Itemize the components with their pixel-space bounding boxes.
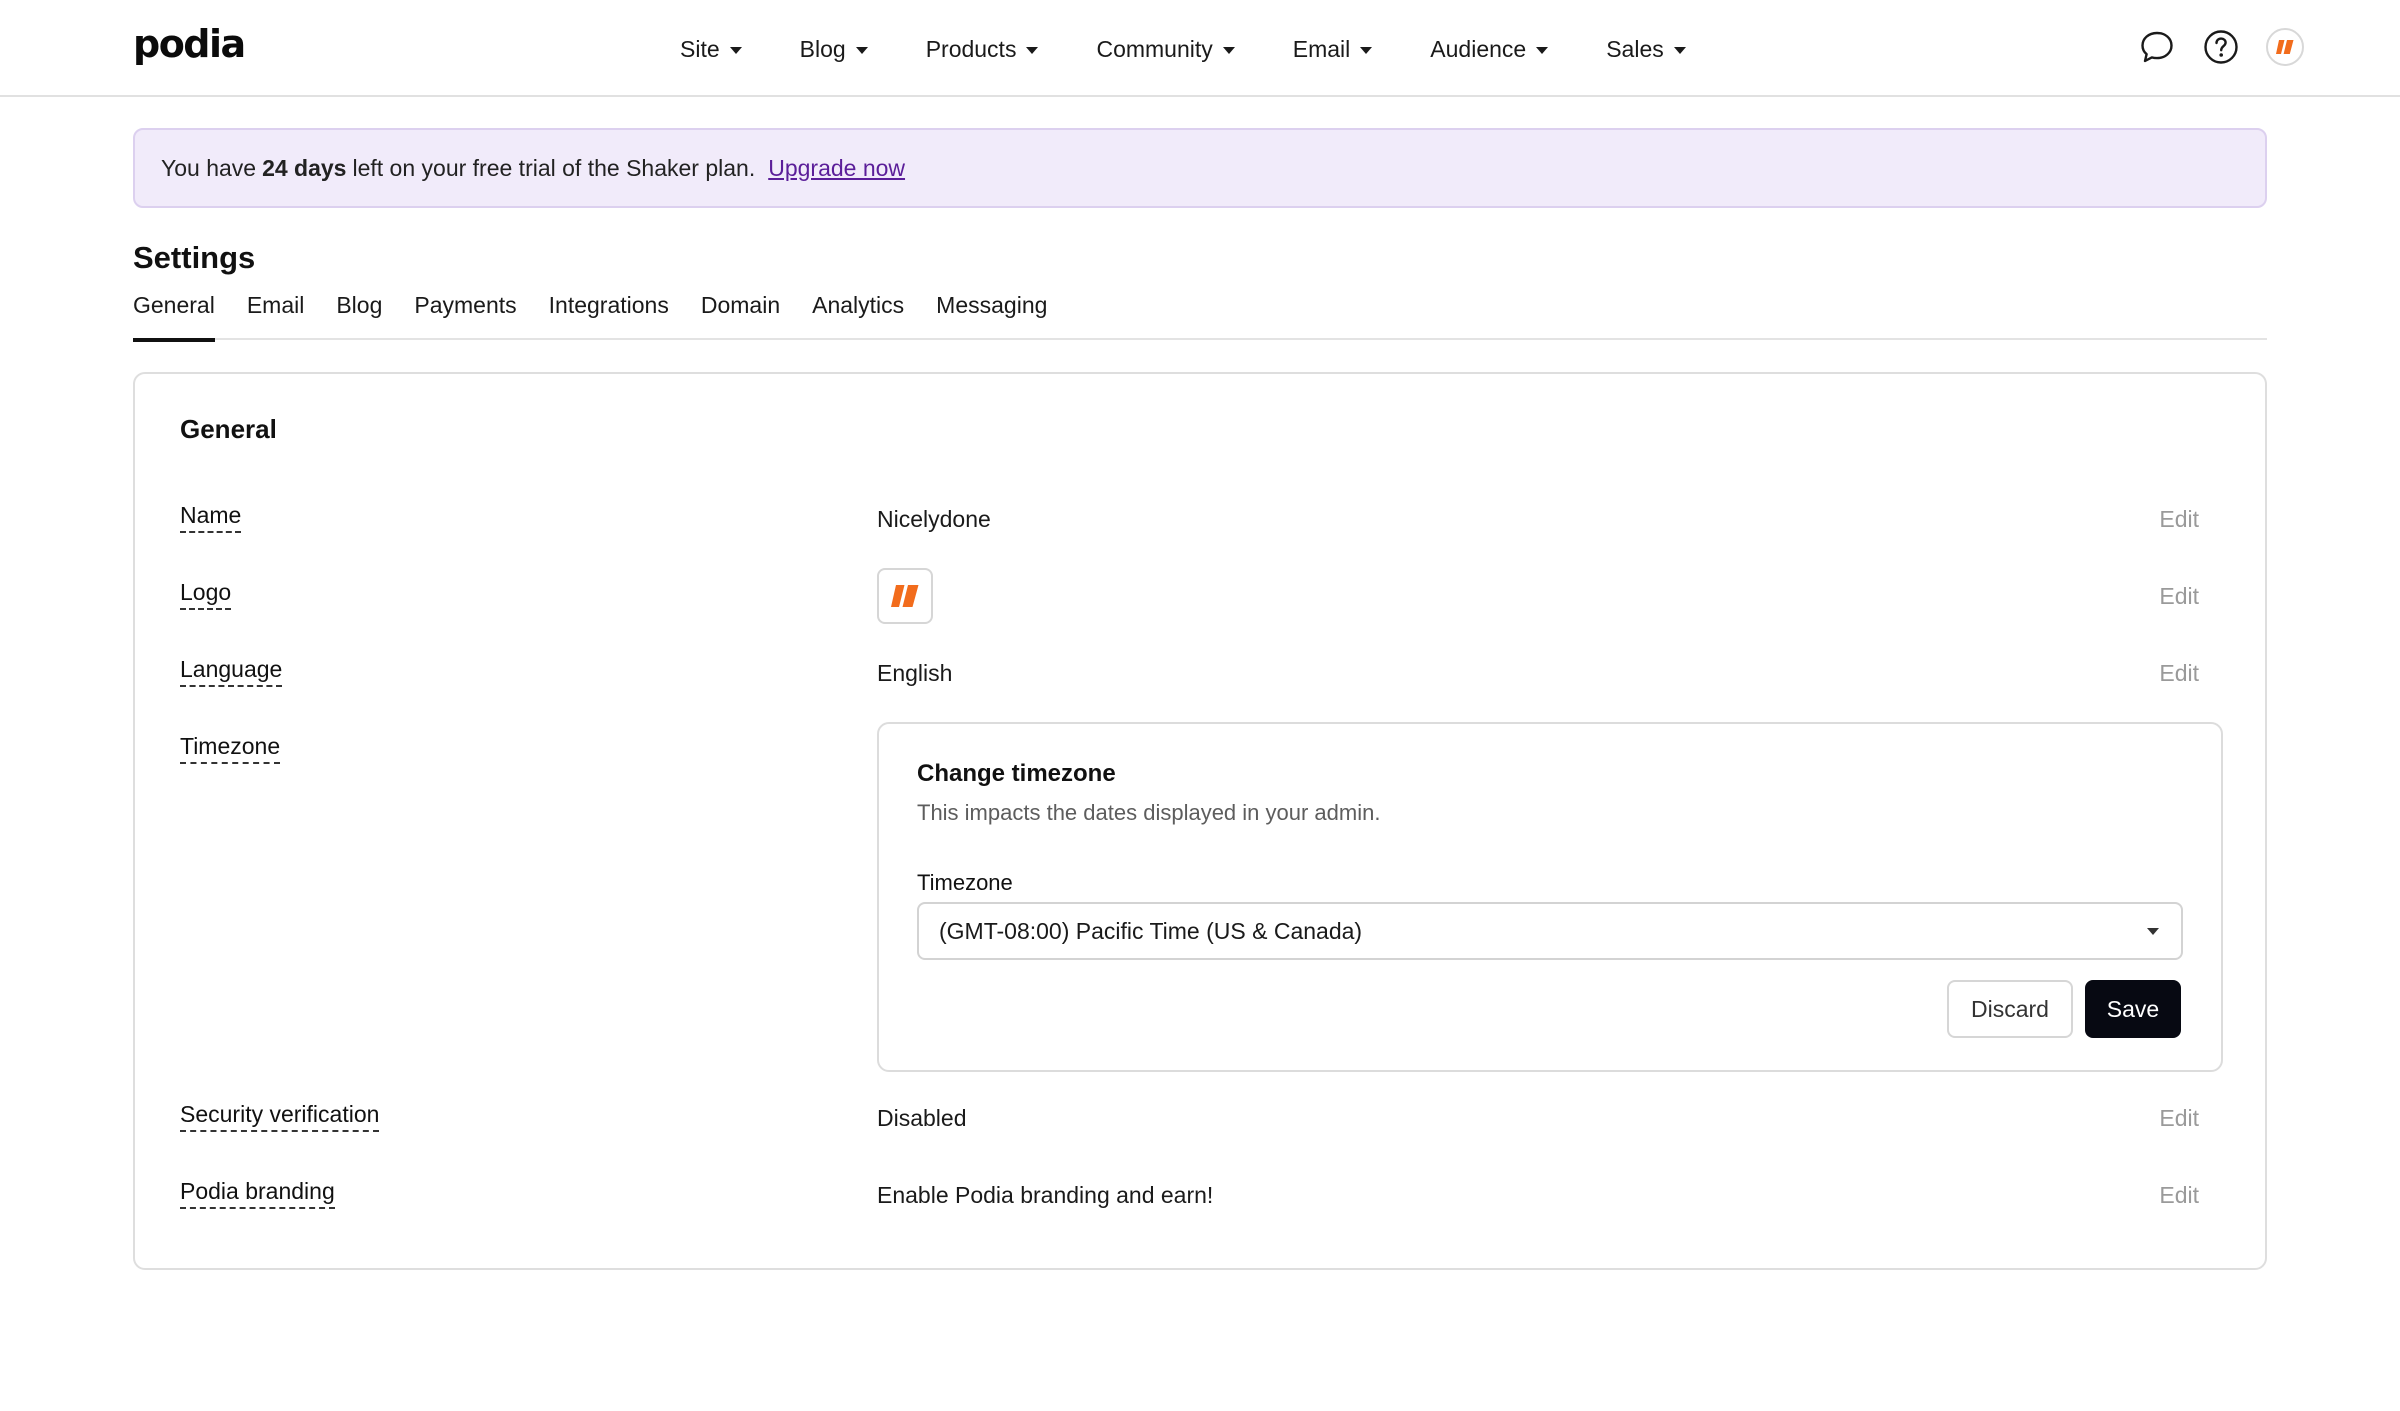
discard-button[interactable]: Discard [1947,980,2073,1038]
caret-down-icon [855,46,868,54]
nav-sales[interactable]: Sales [1606,36,1686,63]
settings-tabs: General Email Blog Payments Integrations… [133,284,2267,342]
tab-messaging[interactable]: Messaging [936,284,1047,340]
caret-down-icon [1673,46,1686,54]
nav-community[interactable]: Community [1096,35,1235,63]
change-timezone-description: This impacts the dates displayed in your… [917,800,1381,825]
nav-products-label: Products [925,35,1017,62]
trial-banner: You have 24 days left on your free trial… [133,128,2267,208]
caret-down-icon [2147,928,2159,935]
nav-site[interactable]: Site [680,36,742,63]
nav-site-label: Site [680,35,720,62]
brand-logo-icon [2276,40,2294,54]
name-value: Nicelydone [877,506,991,532]
nav-blog-label: Blog [799,35,846,62]
tab-domain[interactable]: Domain [701,284,780,340]
tab-payments[interactable]: Payments [414,284,516,340]
brand-logo-icon [891,585,919,607]
edit-security-button[interactable]: Edit [2159,1105,2199,1132]
change-timezone-panel: Change timezone This impacts the dates d… [877,722,2223,1072]
tab-analytics[interactable]: Analytics [812,284,904,340]
top-navigation: podia Site Blog Products Community Email… [0,0,2400,97]
edit-language-button[interactable]: Edit [2159,660,2199,687]
change-timezone-title: Change timezone [917,760,1116,787]
banner-prefix: You have [161,154,257,181]
timezone-label[interactable]: Timezone [180,733,281,764]
podia-logo[interactable]: podia [133,22,246,66]
edit-logo-button[interactable]: Edit [2159,583,2199,610]
help-icon[interactable] [2202,28,2240,66]
security-verification-value: Disabled [877,1105,967,1131]
nav-email[interactable]: Email [1293,36,1373,63]
nav-community-label: Community [1096,35,1213,62]
caret-down-icon [1222,46,1235,54]
timezone-select-value: (GMT-08:00) Pacific Time (US & Canada) [939,917,1363,944]
banner-days: 24 days [262,154,347,181]
caret-down-icon [1360,46,1373,54]
main-nav: Site Blog Products Community Email Audie… [680,28,1686,70]
logo-preview [877,568,933,624]
banner-suffix: left on your free trial of the Shaker pl… [352,154,756,181]
edit-branding-button[interactable]: Edit [2159,1182,2199,1209]
top-right-actions [2112,28,2304,66]
tab-integrations[interactable]: Integrations [549,284,669,340]
language-value: English [877,660,953,686]
nav-blog[interactable]: Blog [800,36,868,63]
logo-label[interactable]: Logo [180,579,232,610]
tab-blog[interactable]: Blog [336,284,382,340]
security-verification-label[interactable]: Security verification [180,1101,380,1132]
language-label[interactable]: Language [180,656,283,687]
card-title: General [180,414,277,444]
page-title: Settings [133,240,256,275]
name-label[interactable]: Name [180,502,242,533]
nav-audience-label: Audience [1430,35,1527,62]
nav-sales-label: Sales [1606,35,1664,62]
tab-email[interactable]: Email [247,284,305,340]
account-avatar[interactable] [2266,28,2304,66]
upgrade-now-link[interactable]: Upgrade now [768,155,905,182]
timezone-select[interactable]: (GMT-08:00) Pacific Time (US & Canada) [917,902,2183,960]
general-settings-card: General Name Nicelydone Edit Logo Edit L… [133,372,2267,1270]
edit-name-button[interactable]: Edit [2159,506,2199,533]
nav-products[interactable]: Products [926,36,1039,63]
nav-audience[interactable]: Audience [1430,35,1549,63]
caret-down-icon [1536,46,1549,54]
podia-branding-value: Enable Podia branding and earn! [877,1182,1214,1208]
caret-down-icon [729,46,742,54]
timezone-field-label: Timezone [917,870,1013,895]
chat-icon[interactable] [2138,28,2176,66]
nav-email-label: Email [1292,35,1351,62]
save-button[interactable]: Save [2085,980,2181,1038]
tab-general[interactable]: General [133,284,215,342]
podia-branding-label[interactable]: Podia branding [180,1178,335,1209]
caret-down-icon [1026,46,1039,54]
